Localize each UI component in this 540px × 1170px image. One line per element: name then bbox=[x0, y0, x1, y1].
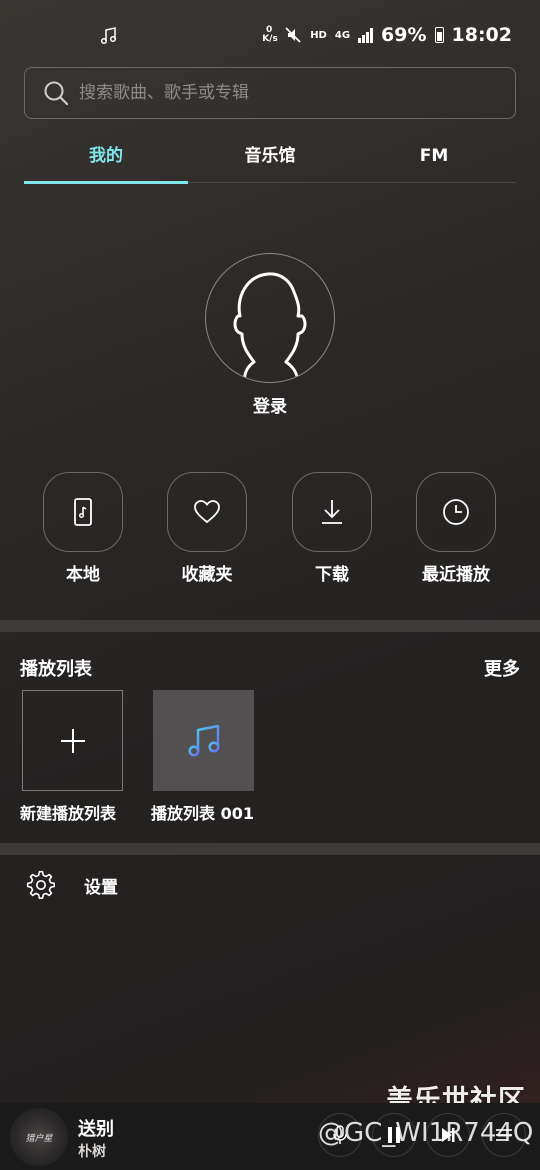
search-icon bbox=[44, 81, 69, 106]
mute-icon bbox=[285, 27, 301, 43]
network-type: 4G bbox=[334, 29, 351, 41]
settings-row[interactable]: 设置 bbox=[26, 870, 118, 900]
tab-fm[interactable]: FM bbox=[352, 138, 516, 182]
playlist-item[interactable] bbox=[153, 690, 254, 791]
tab-music-hall[interactable]: 音乐馆 bbox=[188, 138, 352, 182]
music-note-icon bbox=[100, 27, 117, 45]
status-indicators: 0 K/s HD 4G 69% 18:02 bbox=[262, 24, 512, 46]
local-music-tile bbox=[43, 472, 123, 552]
clock-time: 18:02 bbox=[451, 24, 512, 46]
more-link[interactable]: 更多 bbox=[484, 655, 520, 681]
tab-bar: 我的 音乐馆 FM bbox=[24, 138, 516, 184]
settings-label: 设置 bbox=[84, 877, 118, 898]
battery-percent: 69% bbox=[381, 24, 427, 46]
section-divider bbox=[0, 620, 540, 632]
download-icon bbox=[322, 500, 342, 524]
avatar[interactable] bbox=[205, 253, 335, 383]
recent-plays-button[interactable]: 最近播放 bbox=[416, 472, 496, 585]
download-label: 下载 bbox=[315, 565, 349, 585]
playlists-title: 播放列表 bbox=[20, 659, 92, 680]
phone-music-icon bbox=[74, 498, 92, 526]
album-art-text: 猎户星 bbox=[25, 1133, 53, 1144]
gear-icon bbox=[26, 870, 55, 899]
hd-indicator: HD bbox=[310, 29, 327, 41]
recent-plays-label: 最近播放 bbox=[422, 565, 490, 585]
network-speed-unit: K/s bbox=[262, 34, 278, 44]
status-bar: 0 K/s HD 4G 69% 18:02 bbox=[0, 0, 540, 72]
network-speed: 0 K/s bbox=[262, 26, 278, 44]
heart-icon bbox=[194, 500, 220, 524]
plus-icon bbox=[60, 728, 85, 753]
artist-name[interactable]: 朴树 bbox=[78, 1141, 106, 1161]
user-id-watermark: @GC_WI1R744Q bbox=[318, 1118, 534, 1148]
playlist-item-label: 播放列表 001 bbox=[151, 804, 254, 823]
battery-icon bbox=[434, 27, 444, 43]
download-tile bbox=[292, 472, 372, 552]
tab-mine[interactable]: 我的 bbox=[24, 138, 188, 184]
search-bar[interactable] bbox=[24, 67, 516, 119]
signal-icon bbox=[358, 27, 374, 43]
favorites-button[interactable]: 收藏夹 bbox=[167, 472, 247, 585]
new-playlist-label: 新建播放列表 bbox=[20, 804, 117, 823]
login-label[interactable]: 登录 bbox=[0, 392, 540, 417]
user-silhouette-icon bbox=[233, 272, 307, 382]
recent-plays-tile bbox=[416, 472, 496, 552]
favorites-label: 收藏夹 bbox=[181, 565, 233, 585]
album-art[interactable]: 猎户星 bbox=[10, 1108, 68, 1166]
favorites-tile bbox=[167, 472, 247, 552]
download-button[interactable]: 下载 bbox=[292, 472, 372, 585]
local-music-label: 本地 bbox=[66, 565, 100, 585]
search-input[interactable] bbox=[79, 83, 479, 103]
song-title[interactable]: 送别 bbox=[78, 1115, 114, 1141]
local-music-button[interactable]: 本地 bbox=[43, 472, 123, 585]
clock-icon bbox=[443, 499, 469, 525]
new-playlist-button[interactable] bbox=[22, 690, 123, 791]
music-notes-icon bbox=[187, 724, 220, 757]
section-divider bbox=[0, 843, 540, 855]
